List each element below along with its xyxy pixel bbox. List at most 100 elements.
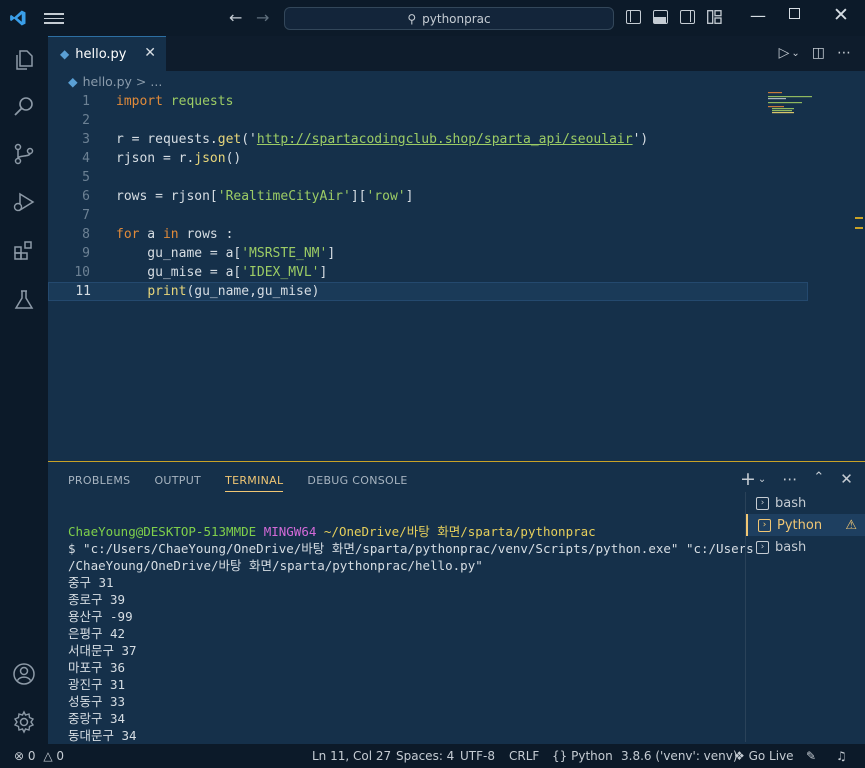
code-line: 10 gu_mise = a['IDEX_MVL'] [48, 263, 808, 282]
toggle-primary-sidebar-icon[interactable] [626, 10, 641, 24]
line-number: 10 [74, 265, 90, 280]
chevron-down-icon[interactable]: ⌄ [791, 48, 799, 61]
language-mode[interactable]: {} Python [552, 749, 613, 763]
terminal-item-bash[interactable]: › bash [746, 492, 865, 514]
line-number: 5 [82, 170, 90, 185]
problems-status[interactable]: ⊗ 0 △ 0 [14, 749, 64, 763]
terminal-output[interactable]: ChaeYoung@DESKTOP-513MMDE MINGW64 ~/OneD… [68, 523, 754, 744]
close-icon[interactable]: ✕ [833, 4, 849, 26]
terminal-output-line: 성동구 33 [68, 694, 126, 709]
new-terminal-icon[interactable]: + [740, 468, 756, 490]
terminal-icon: › [758, 518, 771, 532]
code-token: r = requests. [116, 132, 218, 147]
code-line: 5 [48, 168, 808, 187]
tab-hello-py[interactable]: ◆ hello.py ✕ [48, 36, 166, 71]
code-token: 'RealtimeCityAir' [217, 189, 351, 204]
tab-output[interactable]: OUTPUT [154, 474, 201, 492]
code-token: 'IDEX_MVL' [241, 265, 320, 280]
source-control-icon[interactable] [12, 142, 36, 166]
code-token: requests [162, 94, 234, 109]
cursor-position[interactable]: Ln 11, Col 27 [312, 749, 391, 763]
search-text: pythonprac [422, 11, 491, 26]
tab-problems[interactable]: PROBLEMS [68, 474, 130, 492]
indentation[interactable]: Spaces: 4 [396, 749, 454, 763]
more-actions-icon[interactable]: ⋯ [837, 45, 851, 61]
line-number: 9 [82, 246, 90, 261]
warning-icon: △ [43, 749, 53, 763]
terminal-prompt-user: ChaeYoung@DESKTOP-513MMDE [68, 524, 257, 539]
terminal-item-label: Python [777, 517, 823, 533]
more-actions-icon[interactable]: ⋯ [782, 470, 797, 490]
tab-terminal[interactable]: TERMINAL [225, 474, 284, 492]
testing-icon[interactable] [12, 288, 36, 312]
search-icon: ⚲ [407, 11, 417, 26]
language-label: Python [571, 749, 613, 763]
code-line: 2 [48, 111, 808, 130]
settings-gear-icon[interactable] [12, 710, 36, 734]
toggle-panel-icon[interactable] [653, 10, 668, 24]
encoding[interactable]: UTF-8 [460, 749, 495, 763]
python-interpreter[interactable]: 3.8.6 ('venv': venv) [621, 749, 738, 763]
back-arrow-icon[interactable]: ← [229, 8, 242, 27]
tab-debug-console[interactable]: DEBUG CONSOLE [307, 474, 407, 492]
code-token: ') [632, 132, 649, 147]
python-file-icon: ◆ [68, 73, 78, 89]
search-icon[interactable] [12, 94, 36, 118]
python-file-icon: ◆ [60, 47, 70, 61]
toggle-secondary-sidebar-icon[interactable] [680, 10, 695, 24]
code-token: rjson = r. [116, 151, 195, 166]
explorer-icon[interactable] [12, 48, 36, 72]
breadcrumb-rest[interactable]: > ... [136, 74, 162, 89]
extensions-icon[interactable] [12, 238, 36, 262]
scrollbar-marker[interactable] [855, 217, 863, 229]
customize-layout-icon[interactable] [707, 10, 722, 24]
code-line: 4 rjson = r.json() [48, 149, 808, 168]
end-of-line[interactable]: CRLF [509, 749, 539, 763]
error-count: 0 [27, 749, 36, 763]
forward-arrow-icon[interactable]: → [256, 8, 269, 27]
accounts-icon[interactable] [12, 662, 36, 686]
close-panel-icon[interactable]: ✕ [840, 470, 853, 490]
url-link[interactable]: http://spartacodingclub.shop/sparta_api/… [257, 132, 633, 147]
terminal-output-line: 광진구 31 [68, 677, 126, 692]
terminal-item-bash[interactable]: › bash [746, 536, 865, 558]
terminal-command: $ "c:/Users/ChaeYoung/OneDrive/바탕 화면/spa… [68, 541, 754, 556]
code-editor[interactable]: 1 import requests 2 3 r = requests.get('… [48, 91, 865, 461]
breadcrumb-file[interactable]: hello.py [83, 74, 132, 89]
warning-icon: ⚠ [845, 517, 857, 533]
menu-icon[interactable] [44, 10, 64, 26]
terminal-output-line: 서대문구 37 [68, 643, 137, 658]
run-python-file-icon[interactable]: ▷ [779, 45, 790, 61]
maximize-icon[interactable] [789, 8, 800, 19]
code-line: 3 r = requests.get('http://spartacodingc… [48, 130, 808, 149]
terminal-item-label: bash [775, 539, 807, 555]
code-token: json [194, 151, 226, 166]
terminal-output-line: 동대문구 34 [68, 728, 137, 743]
split-editor-icon[interactable]: ◫ [812, 45, 825, 61]
code-token: (gu_name,gu_mise) [186, 284, 320, 299]
minimap[interactable] [766, 91, 826, 121]
line-number: 2 [82, 113, 90, 128]
braces-icon: {} [552, 749, 568, 763]
chevron-down-icon[interactable]: ⌄ [758, 474, 766, 490]
code-token: rows : [178, 227, 234, 242]
line-number: 11 [75, 284, 91, 299]
feedback-icon[interactable]: ✎ [806, 749, 816, 763]
run-debug-icon[interactable] [12, 190, 36, 214]
code-line: 7 [48, 206, 808, 225]
notifications-bell-icon[interactable]: ♫ [836, 749, 847, 763]
bottom-panel: PROBLEMS OUTPUT TERMINAL DEBUG CONSOLE +… [48, 461, 865, 744]
minimize-icon[interactable]: — [750, 6, 766, 25]
command-center-search[interactable]: ⚲ pythonprac [284, 7, 614, 30]
code-token: (' [241, 132, 257, 147]
terminal-output-line: 종로구 39 [68, 592, 126, 607]
code-token: import [116, 94, 163, 109]
go-live-button[interactable]: ❖ Go Live [734, 749, 794, 763]
code-line: 6 rows = rjson['RealtimeCityAir']['row'] [48, 187, 808, 206]
code-token: a [139, 227, 163, 242]
maximize-panel-icon[interactable]: ⌃ [813, 470, 824, 490]
close-tab-icon[interactable]: ✕ [144, 45, 156, 61]
terminal-item-python[interactable]: › Python ⚠ [746, 514, 865, 536]
status-bar: ⊗ 0 △ 0 Ln 11, Col 27 Spaces: 4 UTF-8 CR… [0, 744, 865, 768]
code-token: rows = rjson[ [116, 189, 218, 204]
